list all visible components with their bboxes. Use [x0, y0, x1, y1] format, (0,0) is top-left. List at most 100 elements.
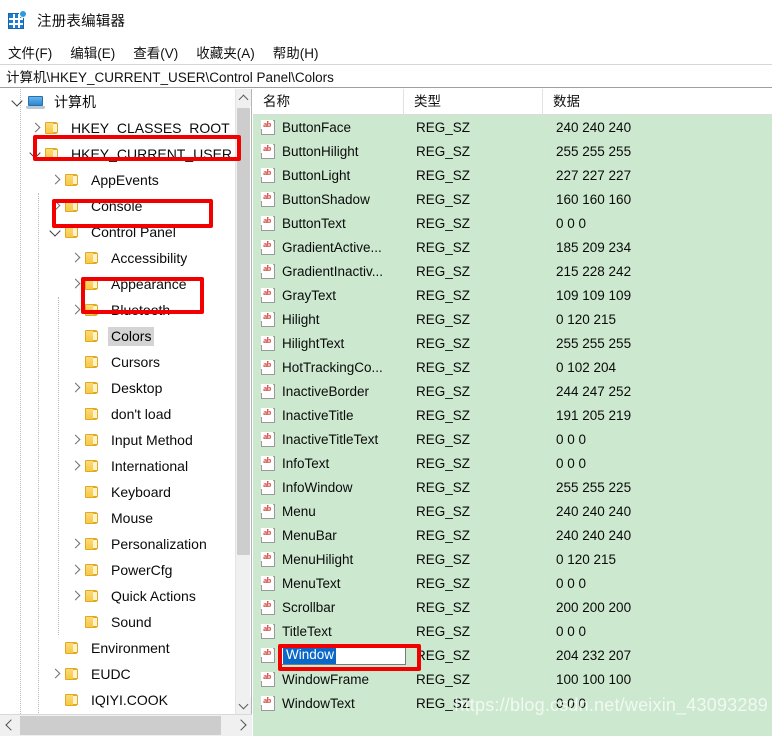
value-row[interactable]: ab GradientInactiv... REG_SZ 215 228 242	[253, 259, 772, 283]
column-header-type[interactable]: 类型	[404, 89, 543, 115]
tree-node-international[interactable]: International	[0, 453, 236, 479]
tree-node-quick-actions[interactable]: Quick Actions	[0, 583, 236, 609]
tree-node-don-t-load[interactable]: don't load	[0, 401, 236, 427]
tree-hscrollbar-thumb[interactable]	[20, 716, 221, 735]
tree-node-powercfg[interactable]: PowerCfg	[0, 557, 236, 583]
registry-values-list[interactable]: ab ButtonFace REG_SZ 240 240 240 ab ButtonHil…	[253, 115, 772, 736]
chevron-down-icon[interactable]	[48, 219, 64, 245]
menu-file[interactable]: 文件(F)	[8, 41, 60, 63]
string-value-icon: ab	[260, 335, 277, 352]
value-type: REG_SZ	[416, 671, 471, 687]
tree-node-personalization[interactable]: Personalization	[0, 531, 236, 557]
tree-node-environment[interactable]: Environment	[0, 635, 236, 661]
tree-node-keyboard[interactable]: Keyboard	[0, 479, 236, 505]
scroll-up-icon[interactable]	[236, 89, 251, 106]
folder-icon	[64, 199, 81, 213]
chevron-right-icon[interactable]	[48, 167, 64, 193]
value-row[interactable]: ab ButtonLight REG_SZ 227 227 227	[253, 163, 772, 187]
value-row[interactable]: ab Hilight REG_SZ 0 120 215	[253, 307, 772, 331]
value-row[interactable]: ab MenuBar REG_SZ 240 240 240	[253, 523, 772, 547]
tree-node-console[interactable]: Console	[0, 193, 236, 219]
chevron-right-icon[interactable]	[68, 297, 84, 323]
value-row[interactable]: ab Scrollbar REG_SZ 200 200 200	[253, 595, 772, 619]
tree-node-accessibility[interactable]: Accessibility	[0, 245, 236, 271]
value-row[interactable]: ab InactiveTitleText REG_SZ 0 0 0	[253, 427, 772, 451]
menu-help[interactable]: 帮助(H)	[273, 41, 327, 63]
value-row[interactable]: ab MenuHilight REG_SZ 0 120 215	[253, 547, 772, 571]
chevron-right-icon[interactable]	[48, 661, 64, 687]
tree-node-[interactable]: 计算机	[0, 89, 236, 115]
tree-node-iqiyi-cook[interactable]: IQIYI.COOK	[0, 687, 236, 713]
column-header-name[interactable]: 名称	[253, 89, 404, 115]
tree-node-appevents[interactable]: AppEvents	[0, 167, 236, 193]
tree-node-control-panel[interactable]: Control Panel	[0, 219, 236, 245]
value-row[interactable]: ab WindowFrame REG_SZ 100 100 100	[253, 667, 772, 691]
folder-icon	[84, 615, 101, 629]
value-row[interactable]: ab TitleText REG_SZ 0 0 0	[253, 619, 772, 643]
string-value-icon: ab	[260, 671, 277, 688]
tree-vertical-scrollbar[interactable]	[235, 89, 251, 714]
value-name: ButtonLight	[282, 167, 351, 183]
tree-node-label: Keyboard	[111, 483, 171, 500]
tree-node-colors[interactable]: Colors	[0, 323, 236, 349]
chevron-right-icon[interactable]	[68, 453, 84, 479]
value-data: 0 0 0	[556, 431, 587, 447]
menu-view[interactable]: 查看(V)	[133, 41, 186, 63]
tree-node-eudc[interactable]: EUDC	[0, 661, 236, 687]
value-row[interactable]: ab HilightText REG_SZ 255 255 255	[253, 331, 772, 355]
tree-node-desktop[interactable]: Desktop	[0, 375, 236, 401]
tree-node-hkey-classes-root[interactable]: HKEY_CLASSES_ROOT	[0, 115, 236, 141]
value-row[interactable]: ab ButtonText REG_SZ 0 0 0	[253, 211, 772, 235]
value-row[interactable]: ab InfoText REG_SZ 0 0 0	[253, 451, 772, 475]
value-row[interactable]: ab Menu REG_SZ 240 240 240	[253, 499, 772, 523]
value-row[interactable]: ab HotTrackingCo... REG_SZ 0 102 204	[253, 355, 772, 379]
tree-node-mouse[interactable]: Mouse	[0, 505, 236, 531]
value-name: MenuBar	[282, 527, 337, 543]
tree-node-label: HKEY_CLASSES_ROOT	[71, 119, 230, 136]
chevron-right-icon[interactable]	[68, 583, 84, 609]
rename-input[interactable]: Window	[281, 644, 406, 665]
tree-horizontal-scrollbar[interactable]	[0, 714, 252, 736]
chevron-down-icon[interactable]	[28, 141, 44, 167]
chevron-down-icon[interactable]	[10, 89, 26, 115]
string-value-icon: ab	[260, 239, 277, 256]
value-type: REG_SZ	[416, 287, 471, 303]
value-row[interactable]: ab WindowText REG_SZ 0 0 0	[253, 691, 772, 715]
value-row[interactable]: ab ButtonShadow REG_SZ 160 160 160	[253, 187, 772, 211]
chevron-right-icon[interactable]	[68, 427, 84, 453]
scroll-right-icon[interactable]	[233, 715, 252, 736]
menu-edit[interactable]: 编辑(E)	[70, 41, 123, 63]
value-row[interactable]: ab InactiveBorder REG_SZ 244 247 252	[253, 379, 772, 403]
scroll-down-icon[interactable]	[236, 697, 251, 714]
value-type: REG_SZ	[416, 647, 471, 663]
tree-node-sound[interactable]: Sound	[0, 609, 236, 635]
registry-tree[interactable]: 计算机 HKEY_CLASSES_ROOT HKEY_CURRENT_USER App…	[0, 89, 236, 714]
tree-node-cursors[interactable]: Cursors	[0, 349, 236, 375]
tree-node-bluetooth[interactable]: Bluetooth	[0, 297, 236, 323]
value-row[interactable]: ab GradientActive... REG_SZ 185 209 234	[253, 235, 772, 259]
value-row[interactable]: abWindowREG_SZ204 232 207Window	[253, 643, 772, 667]
value-row[interactable]: ab MenuText REG_SZ 0 0 0	[253, 571, 772, 595]
chevron-right-icon[interactable]	[48, 193, 64, 219]
value-row[interactable]: ab ButtonFace REG_SZ 240 240 240	[253, 115, 772, 139]
chevron-right-icon[interactable]	[28, 115, 44, 141]
chevron-right-icon[interactable]	[68, 245, 84, 271]
value-row[interactable]: ab GrayText REG_SZ 109 109 109	[253, 283, 772, 307]
chevron-right-icon[interactable]	[68, 271, 84, 297]
chevron-right-icon[interactable]	[68, 531, 84, 557]
tree-scrollbar-thumb[interactable]	[237, 108, 250, 555]
tree-node-hkey-current-user[interactable]: HKEY_CURRENT_USER	[0, 141, 236, 167]
value-row[interactable]: ab InactiveTitle REG_SZ 191 205 219	[253, 403, 772, 427]
value-row[interactable]: ab ButtonHilight REG_SZ 255 255 255	[253, 139, 772, 163]
scroll-left-icon[interactable]	[0, 715, 19, 736]
chevron-right-icon[interactable]	[68, 557, 84, 583]
menu-favorites[interactable]: 收藏夹(A)	[196, 41, 263, 63]
chevron-right-icon[interactable]	[68, 375, 84, 401]
value-data: 255 255 255	[556, 335, 632, 351]
column-header-data[interactable]: 数据	[543, 89, 772, 115]
address-bar[interactable]: 计算机\HKEY_CURRENT_USER\Control Panel\Colo…	[0, 64, 772, 88]
tree-node-input-method[interactable]: Input Method	[0, 427, 236, 453]
value-type: REG_SZ	[416, 383, 471, 399]
tree-node-appearance[interactable]: Appearance	[0, 271, 236, 297]
value-row[interactable]: ab InfoWindow REG_SZ 255 255 225	[253, 475, 772, 499]
